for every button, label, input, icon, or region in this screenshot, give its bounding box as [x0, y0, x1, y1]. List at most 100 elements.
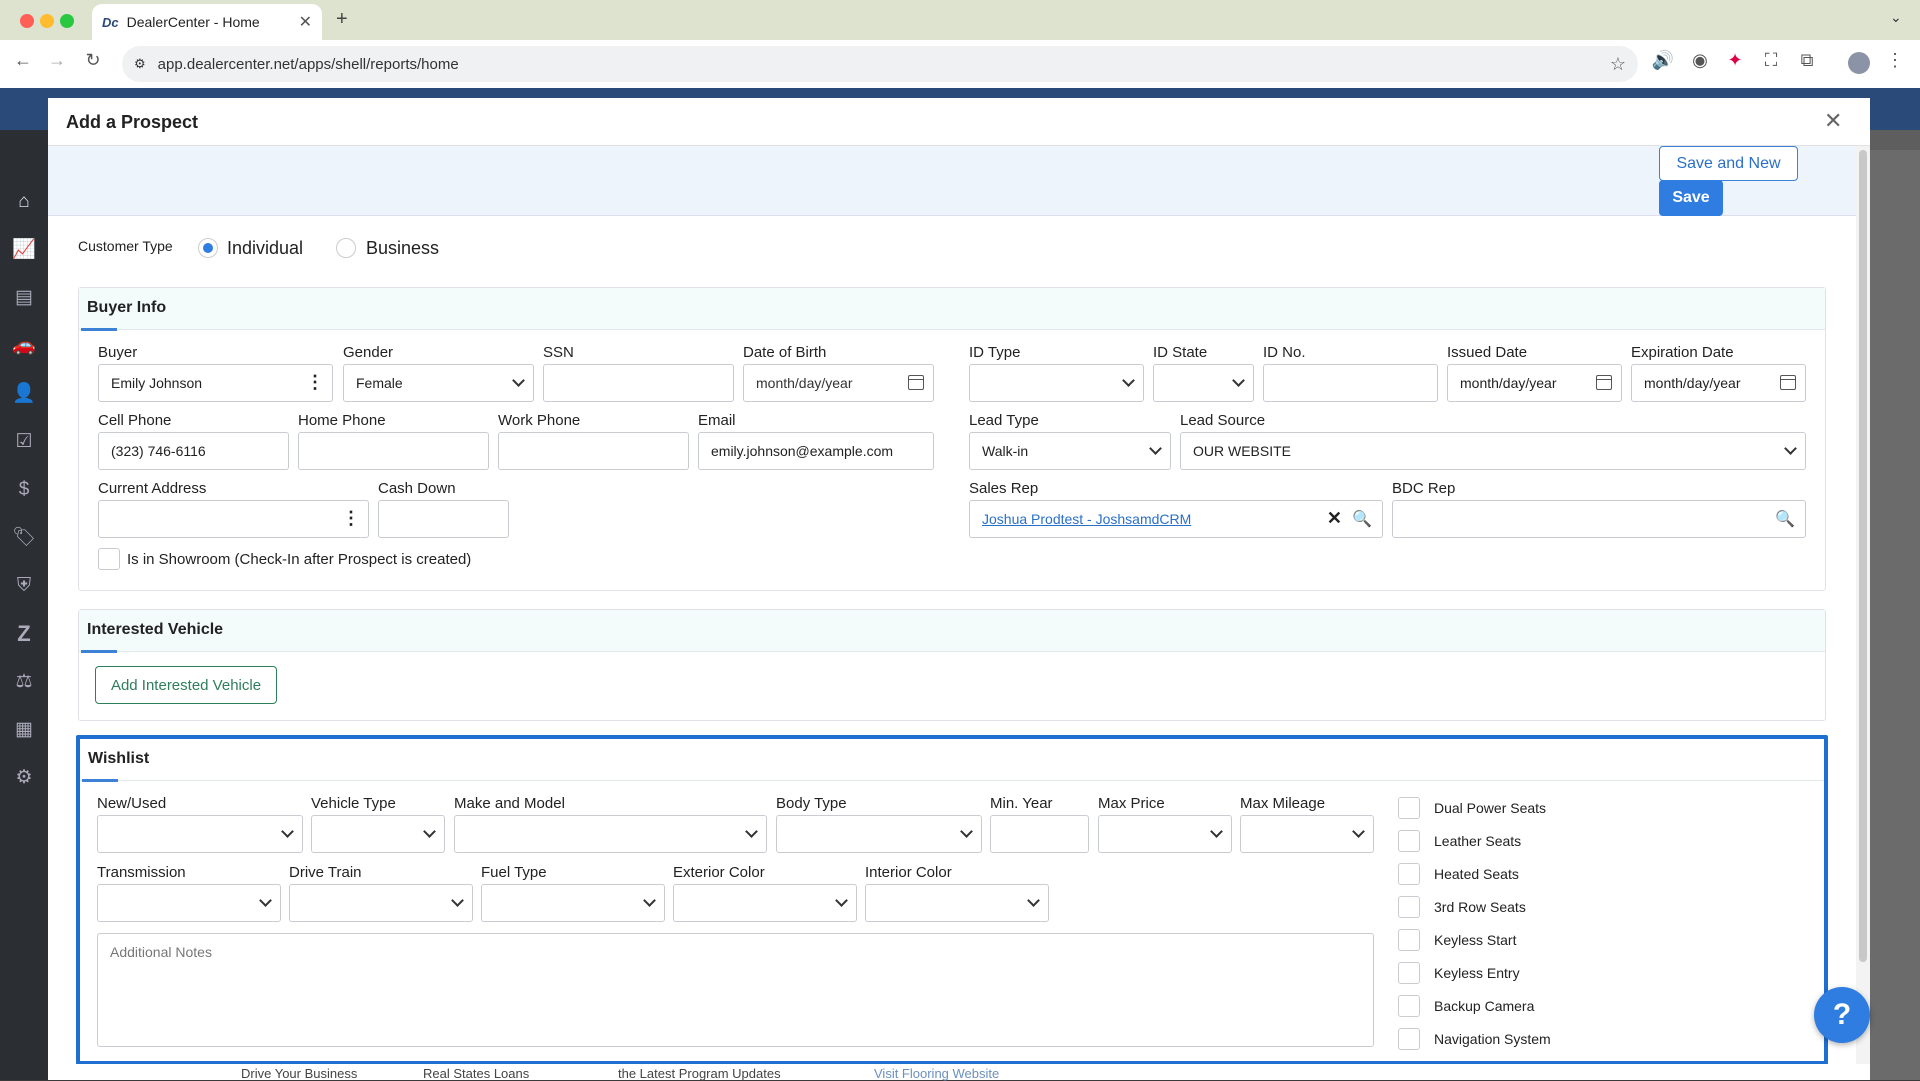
forward-icon[interactable]: →	[44, 50, 70, 71]
address-more-icon[interactable]: ⋮	[342, 508, 360, 529]
bdc-rep-label: BDC Rep	[1392, 480, 1456, 497]
settings-gear-icon[interactable]: ⚙	[12, 766, 36, 790]
lead-type-select[interactable]: Walk-in	[969, 432, 1171, 470]
search-icon[interactable]: 🔍	[1775, 509, 1795, 529]
browser-tab[interactable]: Dc DealerCenter - Home ✕	[92, 4, 322, 40]
bdc-rep-input[interactable]: 🔍	[1392, 500, 1806, 538]
modal-scrollbar[interactable]	[1856, 146, 1870, 1080]
calendar-icon[interactable]	[1780, 375, 1796, 390]
browser-menu-icon[interactable]: ⋮	[1882, 50, 1908, 71]
ssn-input[interactable]	[543, 364, 734, 402]
heated-seats-checkbox[interactable]	[1398, 863, 1420, 885]
calendar-icon[interactable]	[908, 375, 924, 390]
search-icon[interactable]: 🔍	[1352, 509, 1372, 529]
back-icon[interactable]: ←	[10, 50, 36, 71]
interior-color-select[interactable]	[865, 884, 1049, 922]
leather-seats-checkbox[interactable]	[1398, 830, 1420, 852]
dob-input[interactable]: month/day/year	[743, 364, 934, 402]
minimize-window-button[interactable]	[40, 14, 54, 28]
chevron-down-icon	[1784, 442, 1797, 455]
person-icon[interactable]: 👤	[12, 382, 36, 406]
new-used-select[interactable]	[97, 815, 303, 853]
help-button[interactable]: ?	[1814, 987, 1870, 1043]
tab-list-chevron-icon[interactable]: ⌄	[1890, 9, 1902, 26]
maximize-window-button[interactable]	[60, 14, 74, 28]
close-window-button[interactable]	[20, 14, 34, 28]
showroom-checkbox[interactable]	[98, 548, 120, 570]
buyer-more-icon[interactable]: ⋮	[306, 372, 324, 393]
profile-avatar[interactable]	[1848, 52, 1870, 74]
scrollbar-thumb[interactable]	[1859, 150, 1867, 962]
sales-rep-label: Sales Rep	[969, 480, 1039, 497]
lead-source-select[interactable]: OUR WEBSITE	[1180, 432, 1806, 470]
navigation-system-checkbox[interactable]	[1398, 1028, 1420, 1050]
expiration-date-input[interactable]: month/day/year	[1631, 364, 1806, 402]
backup-camera-checkbox[interactable]	[1398, 995, 1420, 1017]
address-bar[interactable]: ⚙ app.dealercenter.net/apps/shell/report…	[122, 46, 1638, 82]
dual-power-seats-checkbox[interactable]	[1398, 797, 1420, 819]
extension-2-icon[interactable]: ✦	[1722, 50, 1748, 71]
close-icon[interactable]: ✕	[1824, 108, 1842, 134]
work-phone-input[interactable]	[498, 432, 689, 470]
email-input[interactable]: emily.johnson@example.com	[698, 432, 934, 470]
tag-icon[interactable]: 🏷	[12, 526, 36, 550]
reports-chart-icon[interactable]: 📈	[12, 238, 36, 262]
clear-x-icon[interactable]: ✕	[1327, 508, 1342, 529]
building-icon[interactable]: ▦	[12, 718, 36, 742]
extensions-puzzle-icon[interactable]: ⧉	[1794, 50, 1820, 71]
cash-down-input[interactable]	[378, 500, 509, 538]
z-logo-icon[interactable]: Z	[12, 622, 36, 646]
issued-date-input[interactable]: month/day/year	[1447, 364, 1622, 402]
sales-rep-link[interactable]: Joshua Prodtest - JoshsamdCRM	[982, 511, 1191, 527]
third-row-seats-checkbox[interactable]	[1398, 896, 1420, 918]
save-button[interactable]: Save	[1659, 180, 1723, 216]
transmission-select[interactable]	[97, 884, 281, 922]
drive-train-select[interactable]	[289, 884, 473, 922]
exterior-color-select[interactable]	[673, 884, 857, 922]
cell-phone-input[interactable]: (323) 746-6116	[98, 432, 289, 470]
dollar-icon[interactable]: $	[12, 478, 36, 502]
buyer-input[interactable]: Emily Johnson ⋮	[98, 364, 333, 402]
shield-icon[interactable]: ⛨	[12, 574, 36, 598]
tab-close-icon[interactable]: ✕	[299, 12, 312, 32]
id-no-input[interactable]	[1263, 364, 1438, 402]
site-info-icon[interactable]: ⚙	[134, 56, 146, 72]
home-phone-input[interactable]	[298, 432, 489, 470]
id-state-select[interactable]	[1153, 364, 1254, 402]
audio-icon[interactable]: 🔊	[1650, 50, 1676, 71]
gender-value: Female	[356, 375, 403, 391]
save-and-new-button[interactable]: Save and New	[1659, 146, 1798, 181]
extension-1-icon[interactable]: ◉	[1687, 50, 1713, 71]
gender-select[interactable]: Female	[343, 364, 534, 402]
individual-radio[interactable]	[198, 238, 218, 258]
calendar-icon[interactable]	[1596, 375, 1612, 390]
screen-capture-icon[interactable]: ⛶	[1758, 50, 1784, 71]
body-type-select[interactable]	[776, 815, 982, 853]
keyless-entry-checkbox[interactable]	[1398, 962, 1420, 984]
scales-icon[interactable]: ⚖	[12, 670, 36, 694]
gender-label: Gender	[343, 344, 394, 361]
current-address-input[interactable]: ⋮	[98, 500, 369, 538]
sales-rep-input[interactable]: Joshua Prodtest - JoshsamdCRM ✕ 🔍	[969, 500, 1383, 538]
add-interested-vehicle-button[interactable]: Add Interested Vehicle	[95, 666, 277, 704]
documents-icon[interactable]: ▤	[12, 286, 36, 310]
bg-link: the Latest Program Updates	[618, 1066, 781, 1081]
make-model-select[interactable]	[454, 815, 767, 853]
reload-icon[interactable]: ↻	[80, 50, 106, 71]
bookmark-star-icon[interactable]: ☆	[1610, 54, 1626, 75]
fuel-type-select[interactable]	[481, 884, 665, 922]
additional-notes-textarea[interactable]: Additional Notes	[97, 933, 1374, 1047]
max-mileage-select[interactable]	[1240, 815, 1374, 853]
vehicle-type-select[interactable]	[311, 815, 445, 853]
business-radio[interactable]	[336, 238, 356, 258]
checklist-icon[interactable]: ☑	[12, 430, 36, 454]
vehicle-type-label: Vehicle Type	[311, 795, 396, 812]
id-type-select[interactable]	[969, 364, 1144, 402]
min-year-input[interactable]	[990, 815, 1089, 853]
feature-label: Keyless Entry	[1434, 965, 1520, 981]
home-icon[interactable]: ⌂	[12, 190, 36, 214]
new-tab-icon[interactable]: +	[336, 8, 348, 31]
keyless-start-checkbox[interactable]	[1398, 929, 1420, 951]
max-price-select[interactable]	[1098, 815, 1232, 853]
car-icon[interactable]: 🚗	[12, 334, 36, 358]
